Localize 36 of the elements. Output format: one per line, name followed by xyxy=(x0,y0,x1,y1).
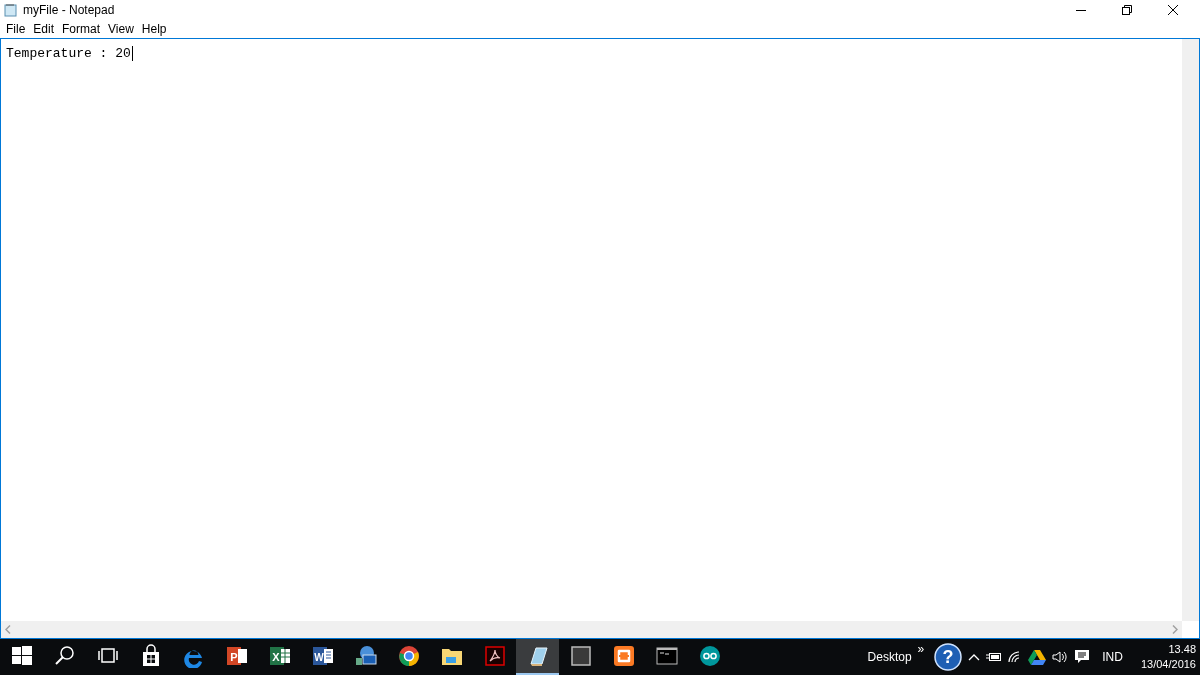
toolbar-label[interactable]: Desktop xyxy=(867,648,912,666)
menu-item[interactable]: Edit xyxy=(29,20,59,38)
speaker-icon[interactable] xyxy=(1052,651,1069,663)
menu-item[interactable]: Help xyxy=(137,20,171,38)
menu-item[interactable]: File xyxy=(2,20,30,38)
window-title: myFile - Notepad xyxy=(23,2,115,19)
taskbar-button[interactable]: P xyxy=(215,639,258,675)
minimize-icon xyxy=(1076,9,1086,11)
menu-item[interactable]: Format xyxy=(58,20,105,38)
windows-logo-icon xyxy=(9,644,34,668)
taskbar-button[interactable] xyxy=(516,639,559,675)
document-curve-icon xyxy=(482,644,507,668)
chevron-up-icon[interactable] xyxy=(968,653,981,661)
vertical-scrollbar[interactable] xyxy=(1182,39,1199,621)
help-icon[interactable]: ? xyxy=(934,643,963,671)
clock-time: 13.48 xyxy=(1168,642,1196,657)
notepad-icon xyxy=(4,3,18,17)
clock-date: 13/04/2016 xyxy=(1140,657,1196,672)
computer-globe-icon xyxy=(353,644,378,668)
knot-logo-icon xyxy=(611,644,636,668)
menu-item[interactable]: View xyxy=(104,20,138,38)
close-icon xyxy=(1168,5,1178,15)
window-icon xyxy=(568,644,593,668)
triangle-drive-icon[interactable] xyxy=(1028,649,1047,665)
infinity-logo-icon xyxy=(697,644,722,668)
battery-icon[interactable] xyxy=(986,652,1003,662)
taskbar-button[interactable]: X xyxy=(258,639,301,675)
taskbar-button[interactable]: W xyxy=(301,639,344,675)
clock[interactable]: 13.48 13/04/2016 xyxy=(1134,642,1196,672)
terminal-icon xyxy=(654,644,679,668)
restore-icon xyxy=(1122,5,1132,15)
notification-icon[interactable] xyxy=(1074,649,1091,665)
document-text: Temperature : 20 xyxy=(6,46,133,61)
chrome-logo-icon xyxy=(396,644,421,668)
language-indicator[interactable]: IND xyxy=(1096,648,1129,666)
toolbar-expand[interactable]: » xyxy=(917,640,925,658)
